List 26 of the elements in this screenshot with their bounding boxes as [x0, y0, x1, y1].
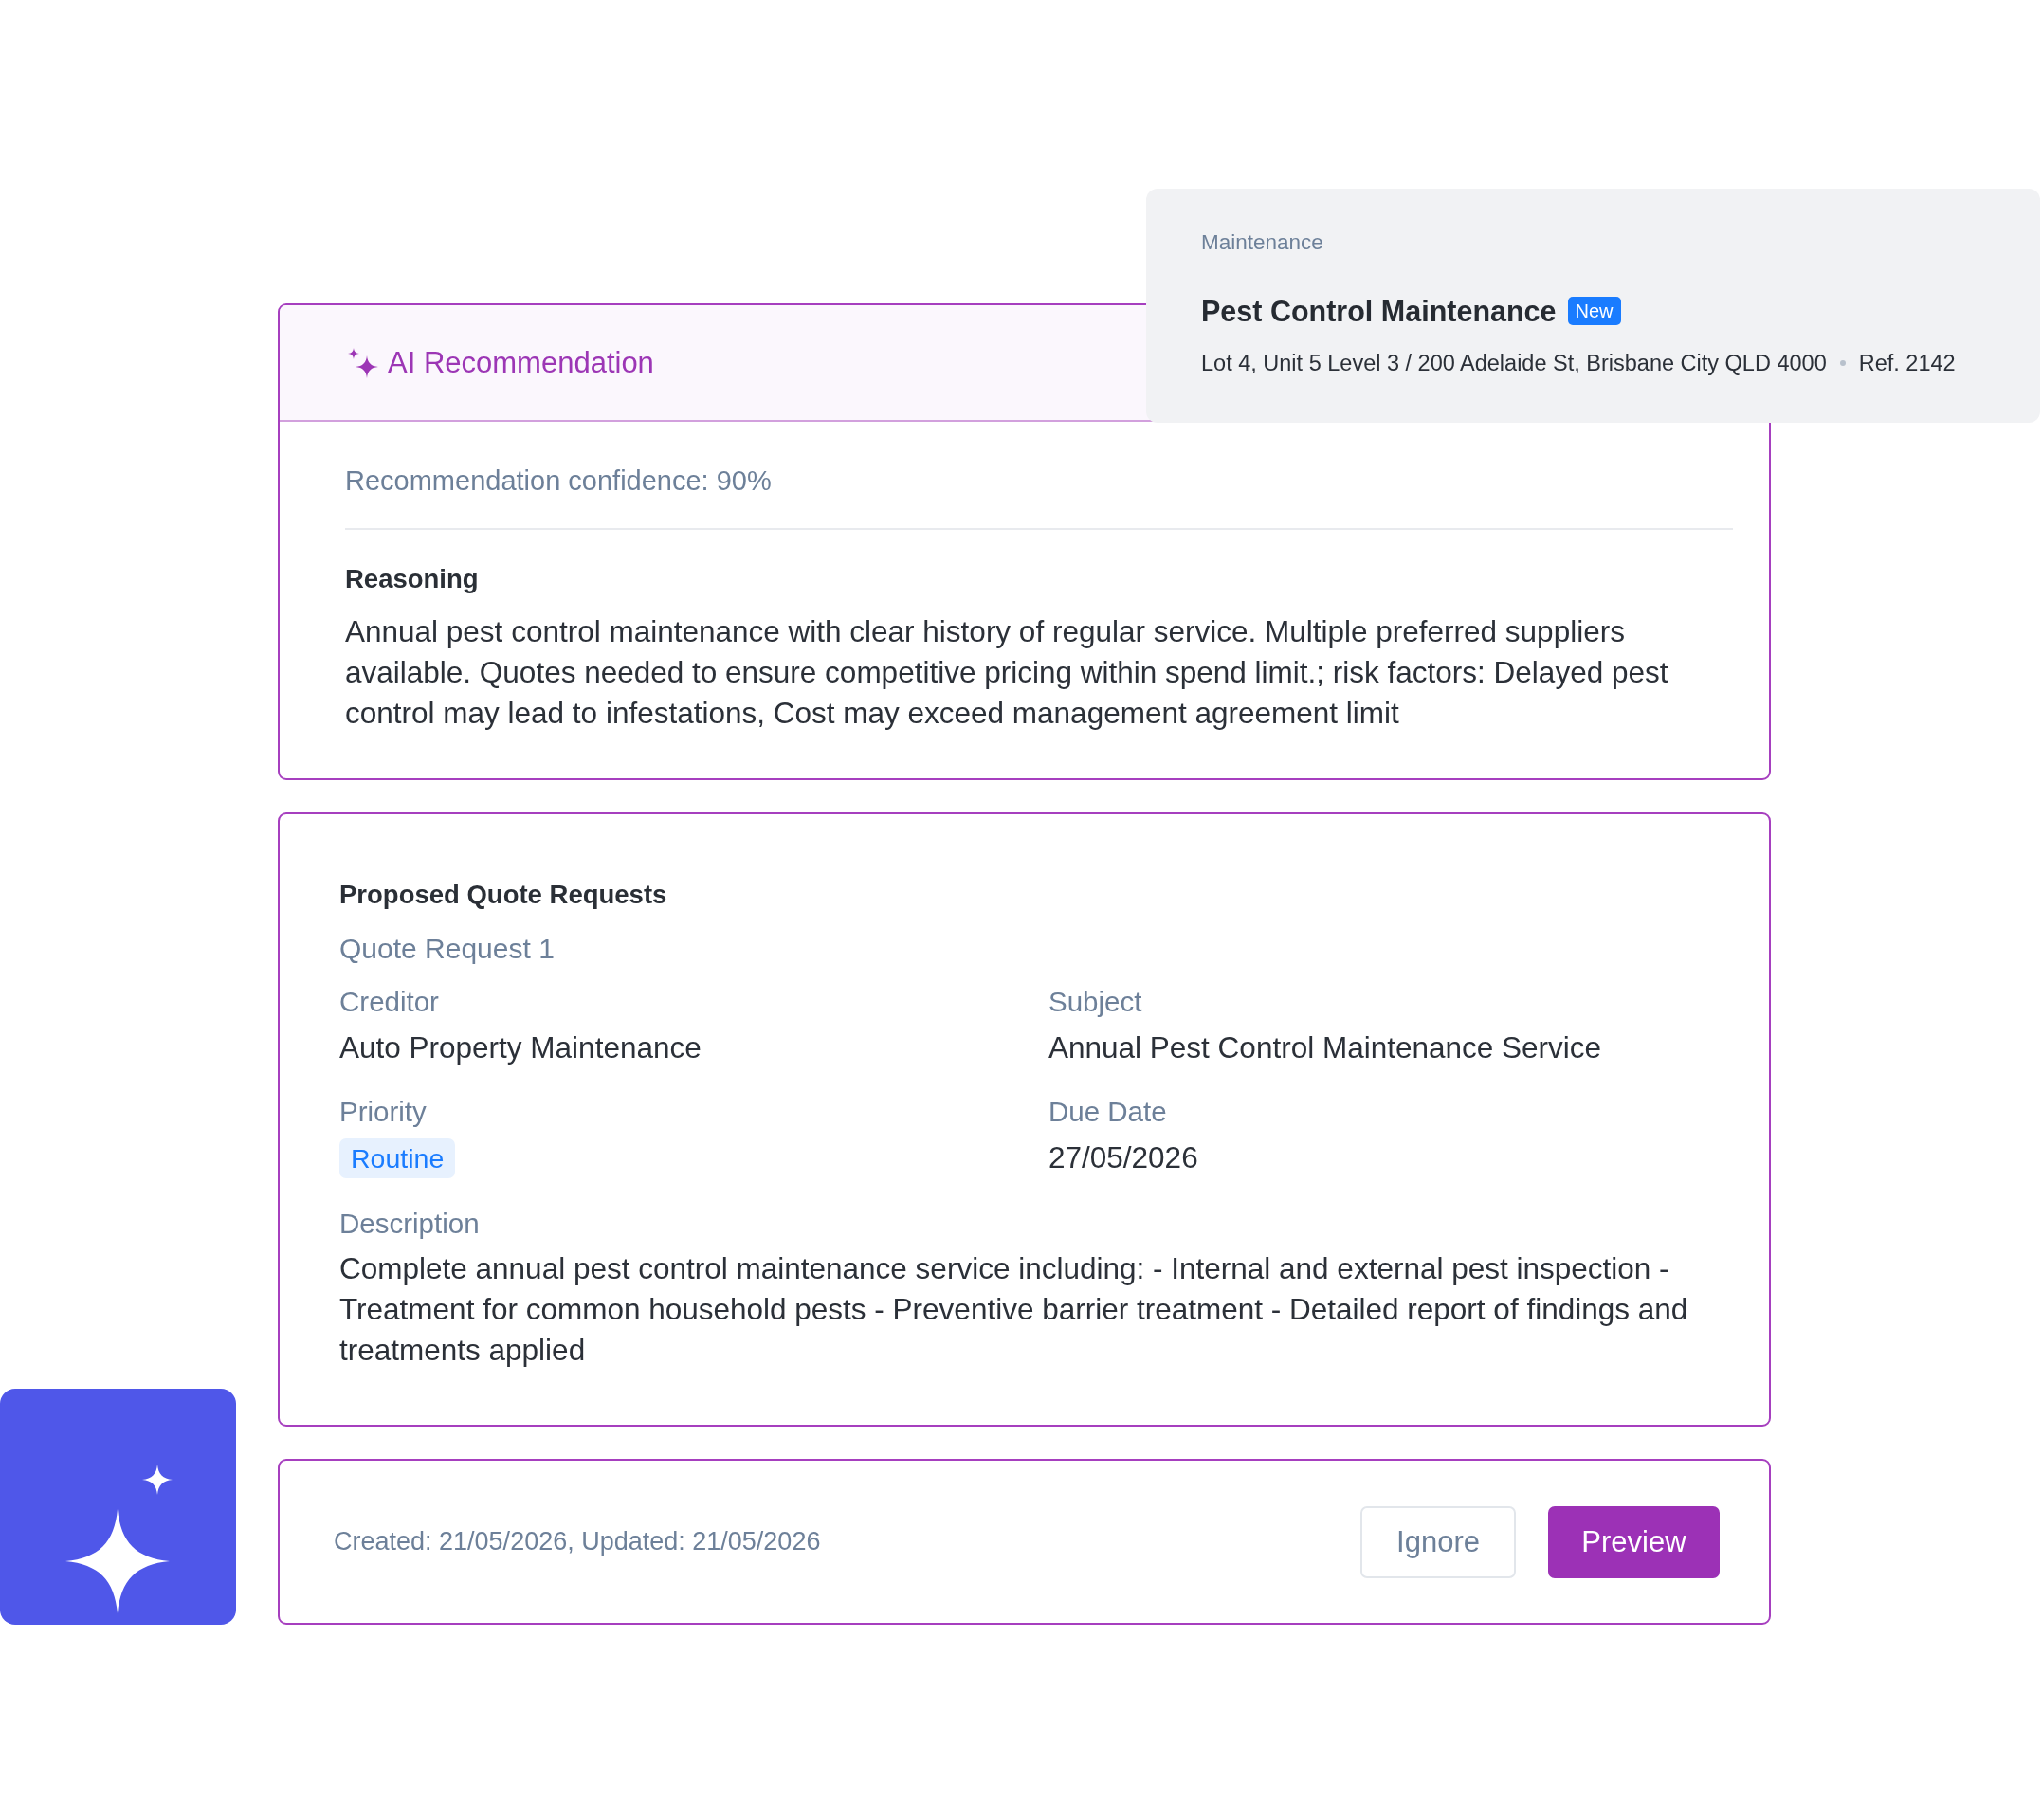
- field-label: Priority: [339, 1095, 427, 1129]
- section-heading: Proposed Quote Requests: [339, 879, 668, 911]
- field-value: 27/05/2026: [1048, 1139, 1198, 1176]
- field-value: Annual Pest Control Maintenance Service: [1048, 1029, 1602, 1066]
- timestamp-text: Created: 21/05/2026, Updated: 21/05/2026: [334, 1527, 821, 1556]
- field-label: Creditor: [339, 985, 439, 1019]
- separator-dot-icon: [1839, 360, 1846, 366]
- address-text: Lot 4, Unit 5 Level 3 / 200 Adelaide St, Brisbane City QLD 4000: [1201, 350, 1827, 377]
- primary-button[interactable]: Preview: [1548, 1505, 1720, 1578]
- field-value: Auto Property Maintenance: [339, 1029, 702, 1066]
- header-title: AI Recommendation: [388, 344, 654, 381]
- reference-number: Ref. 2142: [1858, 350, 1956, 377]
- section-heading: Reasoning: [345, 563, 480, 595]
- job-title: Pest Control Maintenance: [1201, 294, 1557, 329]
- sparkle-icon: [348, 347, 378, 378]
- field-label: Subject: [1048, 985, 1142, 1019]
- confidence-text: Recommendation confidence: 90%: [345, 464, 773, 498]
- secondary-button[interactable]: Ignore: [1360, 1505, 1516, 1578]
- category-label: Maintenance: [1201, 229, 1323, 256]
- reasoning-text: Annual pest control maintenance with clear history of regular service. Multiple preferred suppliers available. Quotes needed to ensure competitive pricing within spend limit.; risk factors: Delayed pest control may lead to infestations, Cost may exceed management agreement limit: [345, 613, 1669, 732]
- request-title: Quote Request 1: [339, 932, 556, 966]
- priority-tag: Routine: [339, 1138, 456, 1178]
- description-text: Complete annual pest control maintenance service including: - Internal and external pest inspection - Treatment for common household pests - Preventive barrier treatment - Detailed report of findings and treatments applied: [339, 1250, 1689, 1369]
- field-label: Due Date: [1048, 1095, 1167, 1129]
- field-label: Description: [339, 1207, 480, 1241]
- new-badge: New: [1567, 297, 1621, 325]
